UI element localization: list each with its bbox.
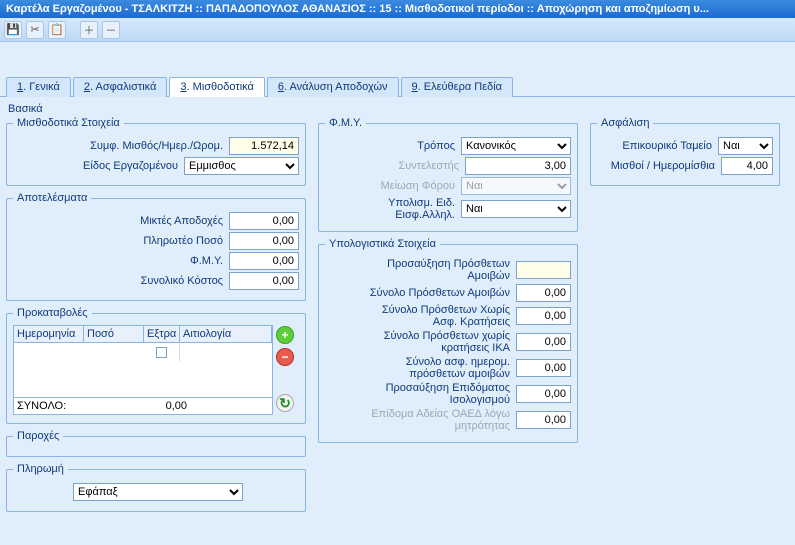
extra-checkbox-cell	[144, 343, 180, 361]
toolbar: 💾 ✂ 📋 ＋ －	[0, 18, 795, 42]
addl-no-ika-field[interactable]	[516, 333, 571, 351]
salaries-wages-label: Μισθοί / Ημερομίσθια	[611, 160, 715, 172]
group-calc: Υπολογιστικά Στοιχεία Προσαύξηση Πρόσθετ…	[318, 238, 578, 443]
column-middle: Φ.Μ.Υ. Τρόπος Κανονικός Συντελεστής Μείω…	[318, 117, 578, 518]
fmy-result-label: Φ.Μ.Υ.	[190, 255, 223, 267]
addl-ins-days-field[interactable]	[516, 359, 571, 377]
balance-bonus-label: Προσαύξηση Επιδόματος Ισολογισμού	[360, 382, 510, 406]
cut-icon[interactable]: ✂	[26, 21, 44, 39]
fmy-reduction-select: Ναι	[461, 177, 571, 195]
window-titlebar: Καρτέλα Εργαζομένου - ΤΣΑΛΚΙΤΖΗ :: ΠΑΠΑΔ…	[0, 0, 795, 18]
tab-payroll[interactable]: 3. Μισθοδοτικά	[169, 77, 264, 97]
addl-increase-field[interactable]	[516, 261, 571, 279]
group-payroll-details-legend: Μισθοδοτικά Στοιχεία	[13, 117, 124, 129]
addl-no-ika-label: Σύνολο Πρόσθετων χωρίς κρατήσεις ΙΚΑ	[360, 330, 510, 354]
employee-type-select[interactable]: Εμμισθος	[184, 157, 299, 175]
oaed-maternity-field[interactable]	[516, 411, 571, 429]
tab-insurance[interactable]: 2. Ασφαλιστικά	[73, 77, 168, 97]
total-cost-field[interactable]	[229, 272, 299, 290]
addl-increase-label: Προσαύξηση Πρόσθετων Αμοιβών	[360, 258, 510, 282]
separator	[70, 21, 76, 39]
group-results: Αποτελέσματα Μικτές Αποδοχές Πληρωτέο Πο…	[6, 192, 306, 301]
col-amount[interactable]: Ποσό	[84, 326, 144, 342]
payable-field[interactable]	[229, 232, 299, 250]
balance-bonus-field[interactable]	[516, 385, 571, 403]
column-right: Ασφάλιση Επικουρικό Ταμείο Ναι Μισθοί / …	[590, 117, 780, 518]
fmy-reduction-label: Μείωση Φόρου	[381, 180, 455, 192]
fmy-coeff-label: Συντελεστής	[398, 160, 459, 172]
sum-label: ΣΥΝΟΛΟ:	[17, 400, 87, 412]
tab-general[interactable]: 1. Γενικά	[6, 77, 71, 97]
remove-row-icon[interactable]: −	[276, 348, 294, 366]
agreed-salary-field[interactable]	[229, 137, 299, 155]
advances-grid-buttons: + − ↻	[276, 326, 296, 412]
advances-grid-footer: ΣΥΝΟΛΟ: 0,00	[14, 397, 272, 414]
group-advances-legend: Προκαταβολές	[13, 307, 92, 319]
addl-no-ins-label: Σύνολο Πρόσθετων Χωρίς Ασφ. Κρατήσεις	[360, 304, 510, 328]
group-benefits: Παροχές	[6, 430, 306, 457]
group-payment: Πληρωμή Εφάπαξ	[6, 463, 306, 512]
fmy-result-field[interactable]	[229, 252, 299, 270]
advances-grid[interactable]: Ημερομηνία Ποσό Εξτρα Αιτιολογία ΣΥΝΟΛΟ:	[13, 325, 273, 415]
group-fmy-legend: Φ.Μ.Υ.	[325, 117, 366, 129]
add-row-icon[interactable]: +	[276, 326, 294, 344]
save-icon[interactable]: 💾	[4, 21, 22, 39]
add-record-icon[interactable]: ＋	[80, 21, 98, 39]
addl-total-field[interactable]	[516, 284, 571, 302]
tab-pane-payroll: Βασικά Μισθοδοτικά Στοιχεία Συμφ. Μισθός…	[0, 97, 795, 522]
addl-ins-days-label: Σύνολο ασφ. ημερομ. πρόσθετων αμοιβών	[360, 356, 510, 380]
window-title: Καρτέλα Εργαζομένου - ΤΣΑΛΚΙΤΖΗ :: ΠΑΠΑΔ…	[6, 3, 709, 15]
addl-total-label: Σύνολο Πρόσθετων Αμοιβών	[360, 287, 510, 299]
copy-icon[interactable]: 📋	[48, 21, 66, 39]
group-advances: Προκαταβολές Ημερομηνία Ποσό Εξτρα Αιτιο…	[6, 307, 306, 424]
suppl-fund-select[interactable]: Ναι	[718, 137, 773, 155]
group-calc-legend: Υπολογιστικά Στοιχεία	[325, 238, 440, 250]
gross-earnings-label: Μικτές Αποδοχές	[140, 215, 223, 227]
fmy-special-contrib-label: Υπολισμ. Ειδ. Εισφ.Αλληλ.	[355, 197, 455, 221]
total-cost-label: Συνολικό Κόστος	[141, 275, 223, 287]
addl-no-ins-field[interactable]	[516, 307, 571, 325]
col-extra[interactable]: Εξτρα	[144, 326, 180, 342]
refresh-icon[interactable]: ↻	[276, 394, 294, 412]
group-payment-legend: Πληρωμή	[13, 463, 68, 475]
group-insurance: Ασφάλιση Επικουρικό Ταμείο Ναι Μισθοί / …	[590, 117, 780, 186]
column-left: Μισθοδοτικά Στοιχεία Συμφ. Μισθός/Ημερ./…	[6, 117, 306, 518]
payment-type-select[interactable]: Εφάπαξ	[73, 483, 243, 501]
oaed-maternity-label: Επίδομα Αδείας ΟΑΕΔ λόγω μητρότητας	[360, 408, 510, 432]
suppl-fund-label: Επικουρικό Ταμείο	[622, 140, 712, 152]
col-date[interactable]: Ημερομηνία	[14, 326, 84, 342]
fmy-mode-label: Τρόπος	[417, 140, 455, 152]
advances-grid-header: Ημερομηνία Ποσό Εξτρα Αιτιολογία	[14, 326, 272, 343]
sum-value: 0,00	[87, 400, 187, 412]
group-benefits-legend: Παροχές	[13, 430, 63, 442]
agreed-salary-label: Συμφ. Μισθός/Ημερ./Ωρομ.	[90, 140, 223, 152]
group-fmy: Φ.Μ.Υ. Τρόπος Κανονικός Συντελεστής Μείω…	[318, 117, 578, 232]
tab-earnings-analysis[interactable]: 6. Ανάλυση Αποδοχών	[267, 77, 399, 97]
tab-free-fields[interactable]: 9. Ελεύθερα Πεδία	[401, 77, 513, 97]
group-results-legend: Αποτελέσματα	[13, 192, 91, 204]
employee-type-label: Είδος Εργαζομένου	[83, 160, 178, 172]
col-reason[interactable]: Αιτιολογία	[180, 326, 272, 342]
fmy-mode-select[interactable]: Κανονικός	[461, 137, 571, 155]
payable-label: Πληρωτέο Ποσό	[143, 235, 223, 247]
fmy-special-contrib-select[interactable]: Ναι	[461, 200, 571, 218]
remove-record-icon[interactable]: －	[102, 21, 120, 39]
gross-earnings-field[interactable]	[229, 212, 299, 230]
tab-strip: 1. Γενικά 2. Ασφαλιστικά 3. Μισθοδοτικά …	[0, 76, 795, 97]
group-payroll-details: Μισθοδοτικά Στοιχεία Συμφ. Μισθός/Ημερ./…	[6, 117, 306, 186]
extra-checkbox[interactable]	[156, 347, 167, 358]
advances-grid-body[interactable]	[14, 343, 272, 397]
group-insurance-legend: Ασφάλιση	[597, 117, 653, 129]
section-basics-title: Βασικά	[8, 103, 789, 115]
fmy-coeff-field[interactable]	[465, 157, 571, 175]
salaries-wages-field[interactable]	[721, 157, 773, 175]
